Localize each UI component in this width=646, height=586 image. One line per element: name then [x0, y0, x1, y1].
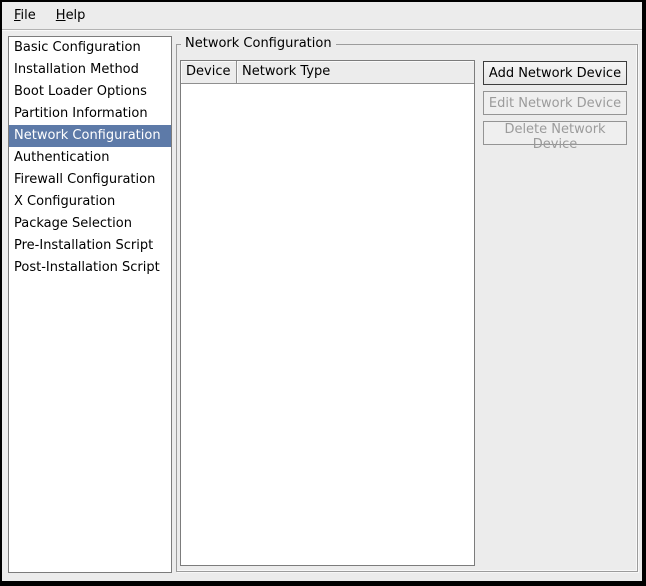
menu-help[interactable]: Help: [52, 6, 90, 25]
menu-help-mnemonic: H: [56, 8, 66, 23]
section-list: Basic Configuration Installation Method …: [8, 36, 172, 573]
table-body-empty: [181, 84, 474, 565]
menu-help-rest: elp: [66, 8, 86, 23]
column-header-network-type[interactable]: Network Type: [237, 61, 474, 84]
sidebar-item-partition-information[interactable]: Partition Information: [9, 103, 171, 125]
sidebar-item-package-selection[interactable]: Package Selection: [9, 213, 171, 235]
device-button-column: Add Network Device Edit Network Device D…: [483, 61, 627, 145]
sidebar-item-installation-method[interactable]: Installation Method: [9, 59, 171, 81]
sidebar-item-boot-loader-options[interactable]: Boot Loader Options: [9, 81, 171, 103]
sidebar-item-firewall-configuration[interactable]: Firewall Configuration: [9, 169, 171, 191]
kickstart-configurator-window: File Help Basic Configuration Installati…: [0, 0, 646, 586]
sidebar-item-pre-installation-script[interactable]: Pre-Installation Script: [9, 235, 171, 257]
sidebar-item-network-configuration[interactable]: Network Configuration: [9, 125, 171, 147]
column-header-device[interactable]: Device: [181, 61, 237, 84]
menu-file[interactable]: File: [10, 6, 40, 25]
sidebar-item-basic-configuration[interactable]: Basic Configuration: [9, 37, 171, 59]
edit-network-device-button: Edit Network Device: [483, 91, 627, 115]
delete-network-device-button: Delete Network Device: [483, 121, 627, 145]
sidebar-item-x-configuration[interactable]: X Configuration: [9, 191, 171, 213]
network-configuration-frame: Network Configuration Device Network Typ…: [176, 44, 638, 572]
sidebar-item-authentication[interactable]: Authentication: [9, 147, 171, 169]
menu-bar: File Help: [2, 2, 642, 30]
add-network-device-button[interactable]: Add Network Device: [483, 61, 627, 85]
network-device-table: Device Network Type: [180, 60, 475, 566]
menu-file-rest: ile: [21, 8, 36, 23]
sidebar-item-post-installation-script[interactable]: Post-Installation Script: [9, 257, 171, 279]
table-header-row: Device Network Type: [181, 61, 474, 84]
frame-title: Network Configuration: [181, 35, 336, 53]
